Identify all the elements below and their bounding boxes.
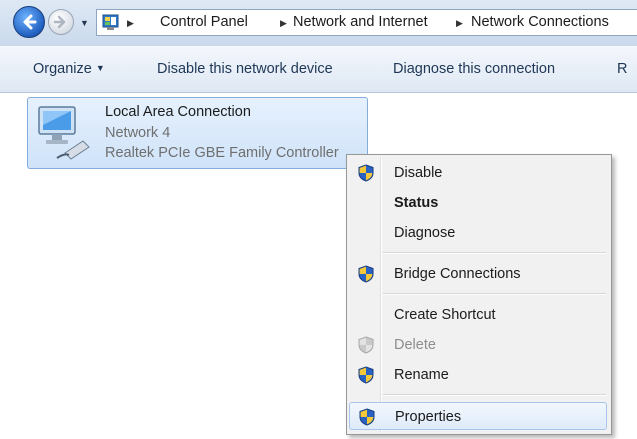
connection-adapter: Realtek PCIe GBE Family Controller bbox=[105, 145, 339, 161]
menu-divider bbox=[383, 252, 606, 254]
breadcrumb-control-panel[interactable]: Control Panel bbox=[160, 14, 248, 30]
forward-button[interactable] bbox=[48, 9, 74, 35]
menu-item-label: Status bbox=[394, 195, 439, 211]
menu-item-label: Create Shortcut bbox=[394, 307, 496, 323]
menu-divider bbox=[383, 293, 606, 295]
menu-item-disable[interactable]: Disable bbox=[349, 159, 607, 187]
menu-item-label: Properties bbox=[395, 409, 462, 425]
menu-item-rename[interactable]: Rename bbox=[349, 361, 607, 389]
menu-item-bridge-connections[interactable]: Bridge Connections bbox=[349, 260, 607, 288]
address-bar-strip: ▼ ▶ Control Panel ▶ Network and Internet… bbox=[0, 0, 637, 46]
breadcrumb-network-connections[interactable]: Network Connections bbox=[471, 14, 609, 30]
connection-name: Local Area Connection bbox=[105, 104, 251, 120]
organize-button[interactable]: Organize ▼ bbox=[33, 61, 105, 77]
menu-item-properties[interactable]: Properties bbox=[349, 402, 607, 430]
back-arrow-icon bbox=[23, 14, 37, 30]
command-bar: Organize ▼ Disable this network device Di… bbox=[0, 46, 637, 93]
network-connection-icon bbox=[38, 106, 90, 160]
uac-shield-icon bbox=[358, 366, 374, 384]
breadcrumb-network-and-internet[interactable]: Network and Internet bbox=[293, 14, 428, 30]
address-box[interactable]: ▶ Control Panel ▶ Network and Internet ▶… bbox=[96, 9, 637, 36]
back-button[interactable] bbox=[13, 6, 45, 38]
menu-item-diagnose[interactable]: Diagnose bbox=[349, 219, 607, 247]
menu-item-label: Bridge Connections bbox=[394, 266, 521, 282]
menu-item-label: Delete bbox=[394, 337, 436, 353]
menu-item-create-shortcut[interactable]: Create Shortcut bbox=[349, 301, 607, 329]
connection-network: Network 4 bbox=[105, 125, 171, 141]
local-area-connection-item[interactable]: Local Area Connection Network 4 Realtek … bbox=[27, 97, 368, 169]
menu-item-label: Diagnose bbox=[394, 225, 456, 241]
uac-shield-icon bbox=[358, 265, 374, 283]
organize-label: Organize bbox=[33, 61, 92, 77]
diagnose-connection-button[interactable]: Diagnose this connection bbox=[393, 61, 555, 77]
uac-shield-icon bbox=[358, 336, 374, 354]
uac-shield-icon bbox=[359, 408, 375, 426]
breadcrumb-separator-icon[interactable]: ▶ bbox=[280, 18, 287, 29]
overflow-command-button[interactable]: R bbox=[617, 61, 627, 77]
menu-item-label: Rename bbox=[394, 367, 449, 383]
menu-item-label: Disable bbox=[394, 165, 443, 181]
menu-item-delete: Delete bbox=[349, 331, 607, 359]
uac-shield-icon bbox=[358, 164, 374, 182]
forward-arrow-icon bbox=[53, 15, 66, 29]
breadcrumb-separator-icon[interactable]: ▶ bbox=[456, 18, 463, 29]
context-menu: Disable Status Diagnose Bridge Connectio… bbox=[346, 154, 612, 435]
breadcrumb-separator-icon[interactable]: ▶ bbox=[127, 18, 134, 29]
control-panel-icon bbox=[102, 14, 119, 30]
menu-item-status[interactable]: Status bbox=[349, 189, 607, 217]
chevron-down-icon: ▼ bbox=[95, 63, 105, 73]
recent-pages-dropdown-icon[interactable]: ▼ bbox=[80, 18, 89, 28]
disable-device-button[interactable]: Disable this network device bbox=[157, 61, 333, 77]
menu-divider bbox=[383, 394, 606, 396]
